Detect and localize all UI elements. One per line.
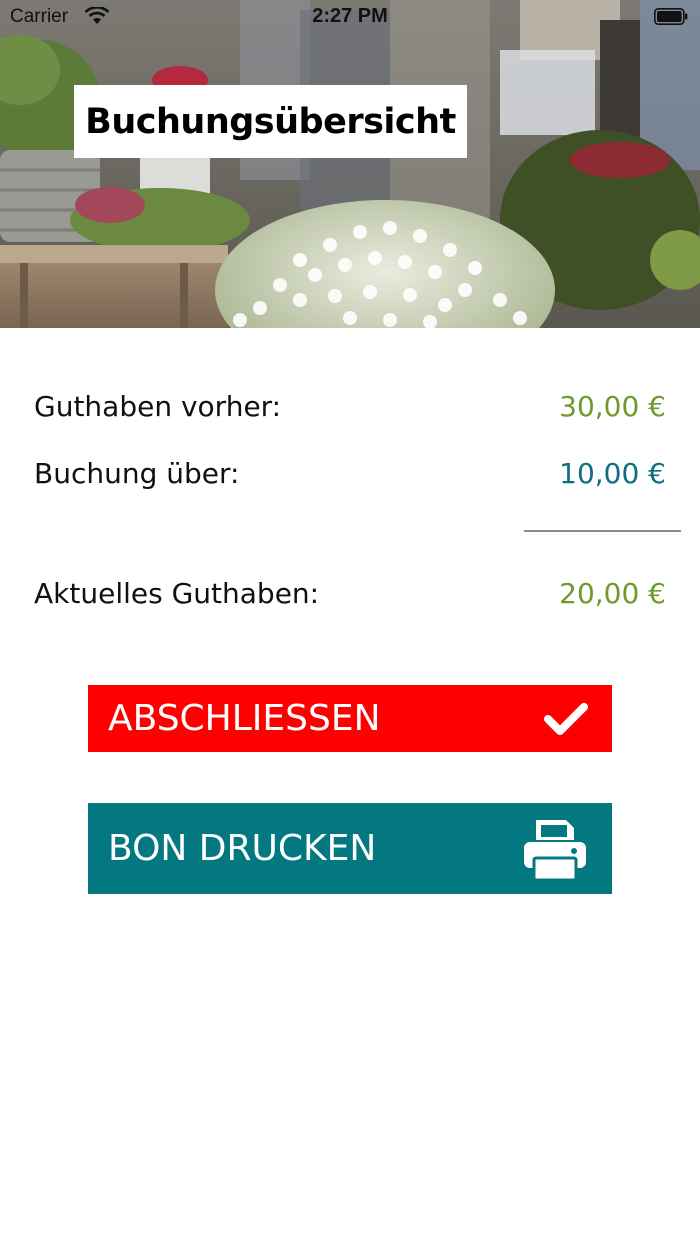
previous-balance-label: Guthaben vorher:: [34, 389, 282, 423]
current-balance-row: Aktuelles Guthaben: 20,00 €: [34, 571, 666, 615]
battery-icon: [654, 8, 688, 25]
header-photo: Carrier 2:27 PM Buchungsübersicht: [0, 0, 700, 328]
booking-amount-label: Buchung über:: [34, 456, 240, 490]
clock-time: 2:27 PM: [312, 5, 388, 27]
current-balance-value: 20,00 €: [559, 576, 666, 610]
checkmark-icon: [544, 702, 588, 735]
status-bar: Carrier 2:27 PM: [0, 0, 700, 36]
finish-button[interactable]: ABSCHLIESSEN: [88, 685, 612, 752]
print-receipt-button[interactable]: BON DRUCKEN: [88, 803, 612, 894]
previous-balance-row: Guthaben vorher: 30,00 €: [34, 384, 666, 428]
page-title: Buchungsübersicht: [85, 101, 456, 142]
finish-button-label: ABSCHLIESSEN: [108, 698, 381, 739]
booking-amount-row: Buchung über: 10,00 €: [34, 451, 666, 495]
current-balance-label: Aktuelles Guthaben:: [34, 576, 320, 610]
printer-icon: [524, 819, 586, 881]
sum-divider: [524, 530, 681, 532]
booking-overview-screen: Carrier 2:27 PM Buchungsübersicht Guthab…: [0, 0, 700, 1244]
print-receipt-button-label: BON DRUCKEN: [108, 828, 377, 869]
page-title-box: Buchungsübersicht: [74, 85, 467, 158]
booking-amount-value: 10,00 €: [559, 456, 666, 490]
previous-balance-value: 30,00 €: [559, 389, 666, 423]
